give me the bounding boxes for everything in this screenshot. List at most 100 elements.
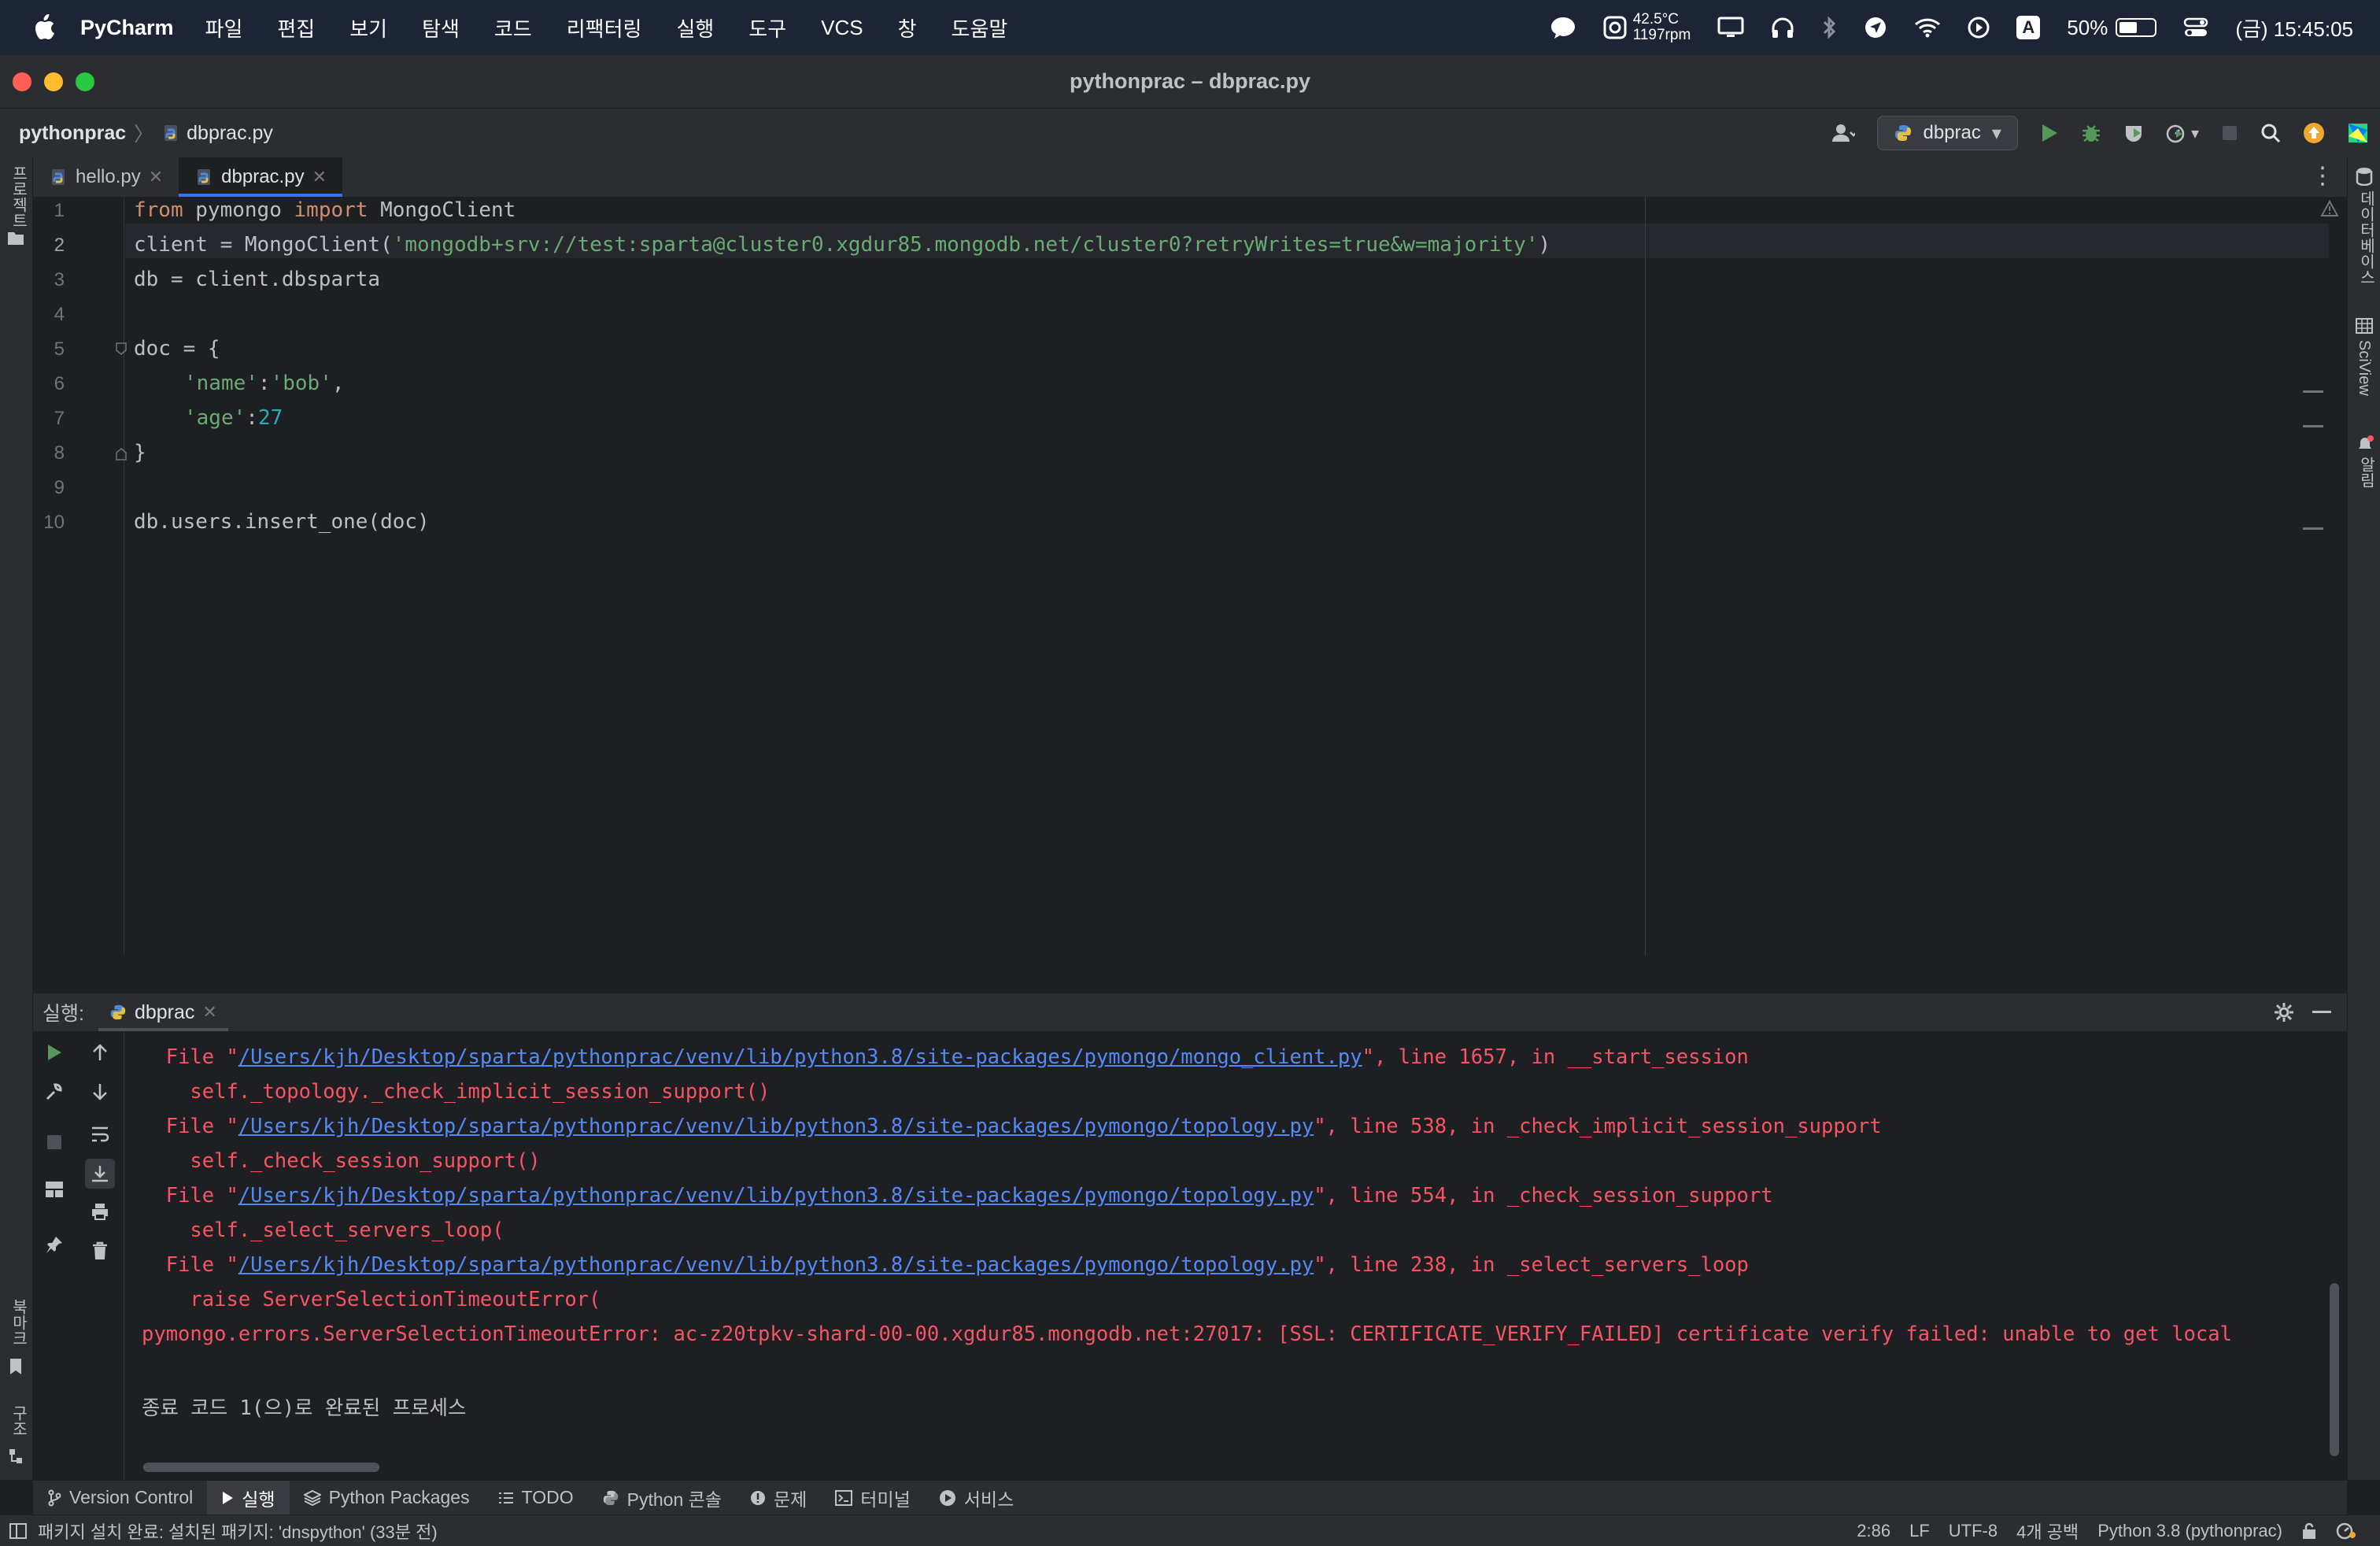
fold-icon[interactable] [115,342,128,356]
menu-tools[interactable]: 도구 [748,13,786,43]
scroll-to-end-icon[interactable] [85,1159,115,1189]
line-separator[interactable]: LF [1909,1521,1930,1541]
code-editor[interactable]: 1 2 3 4 5 6 7 8 9 10 from pymongo import… [33,197,2347,956]
menu-run[interactable]: 실행 [676,13,714,43]
database-tool-button[interactable]: 데이터베이스 [2355,190,2378,285]
menu-code[interactable]: 코드 [494,13,532,43]
debug-icon[interactable] [2081,123,2101,143]
menu-edit[interactable]: 편집 [277,13,315,43]
status-message[interactable]: 패키지 설치 완료: 설치된 패키지: 'dnspython' (33분 전) [38,1518,438,1544]
tab-python-packages[interactable]: Python Packages [290,1481,484,1515]
notifications-tool-button[interactable]: 알림 [2355,457,2378,488]
vertical-scrollbar[interactable] [2330,1283,2339,1456]
tab-version-control[interactable]: Version Control [33,1481,207,1515]
menu-refactor[interactable]: 리팩터링 [567,13,642,43]
location-icon[interactable] [1864,16,1887,39]
arrow-down-icon[interactable] [88,1080,112,1104]
stop-icon[interactable] [2221,124,2238,142]
wrench-icon[interactable] [42,1080,66,1104]
traceback-link[interactable]: /Users/kjh/Desktop/sparta/pythonprac/ven… [238,1115,1314,1138]
chat-bubble-icon[interactable] [1550,16,1576,39]
input-source-icon[interactable]: A [2016,16,2041,39]
menubar-clock[interactable]: (금) 15:45:05 [2235,13,2353,43]
settings-gear-icon[interactable] [2273,1001,2295,1023]
menu-help[interactable]: 도움말 [952,13,1008,43]
error-stripe-mark[interactable] [2303,390,2323,393]
close-run-tab-icon[interactable]: ✕ [202,1002,216,1023]
menu-view[interactable]: 보기 [349,13,387,43]
layout-icon[interactable] [42,1178,66,1201]
headphones-icon[interactable] [1771,17,1794,39]
print-icon[interactable] [88,1200,112,1223]
run-configuration-dropdown[interactable]: dbprac ▾ [1876,116,2018,150]
run-console[interactable]: File "/Users/kjh/Desktop/sparta/pythonpr… [33,1031,2347,1480]
rerun-icon[interactable] [42,1041,66,1064]
error-stripe-mark[interactable] [2303,425,2323,427]
run-icon[interactable] [2040,123,2059,143]
zoom-window-button[interactable] [76,72,94,91]
fold-end-icon[interactable] [115,447,128,461]
profile-icon[interactable]: ▾ [2166,123,2199,143]
menu-navigate[interactable]: 탐색 [422,13,460,43]
horizontal-scrollbar[interactable] [143,1463,379,1472]
soft-wrap-icon[interactable] [88,1123,112,1146]
caret-position[interactable]: 2:86 [1857,1521,1890,1541]
more-tabs-icon[interactable]: ⋮ [2311,162,2334,190]
play-circle-icon[interactable] [1968,17,1990,39]
memory-indicator-icon[interactable] [2336,1522,2356,1540]
coverage-icon[interactable] [2123,123,2144,143]
jetbrains-logo-icon[interactable] [2347,122,2369,144]
close-tab-icon[interactable]: ✕ [312,167,327,187]
control-center-icon[interactable] [2183,17,2208,39]
system-monitor[interactable]: 42.5°C 1197rpm [1603,12,1691,43]
arrow-up-icon[interactable] [88,1041,112,1064]
apple-icon[interactable] [28,12,60,43]
tab-problems[interactable]: 문제 [736,1481,821,1515]
search-icon[interactable] [2260,123,2281,143]
display-icon[interactable] [1717,17,1744,39]
battery-status[interactable]: 50% [2067,16,2157,40]
console-line: File "/Users/kjh/Desktop/sparta/pythonpr… [142,1253,1749,1277]
wifi-icon[interactable] [1914,17,1941,38]
tab-services[interactable]: 서비스 [925,1481,1028,1515]
structure-tool-button[interactable]: 구조 [7,1405,30,1437]
update-icon[interactable] [2303,122,2325,144]
lock-icon[interactable] [2301,1522,2317,1540]
minimize-panel-icon[interactable] [2312,1011,2331,1013]
menu-window[interactable]: 창 [898,13,917,43]
close-tab-icon[interactable]: ✕ [149,167,163,187]
tab-todo[interactable]: TODO [484,1481,588,1515]
pin-icon[interactable] [42,1233,66,1256]
project-tool-button[interactable]: 프로젝트 [7,165,30,228]
tab-hello-py[interactable]: hello.py ✕ [33,157,179,197]
close-window-button[interactable] [13,72,31,91]
app-menu-pycharm[interactable]: PyCharm [80,16,174,40]
tab-terminal[interactable]: 터미널 [821,1481,924,1515]
file-encoding[interactable]: UTF-8 [1949,1521,1998,1541]
line-number: 1 [54,200,65,221]
menu-file[interactable]: 파일 [205,13,243,43]
sciview-tool-button[interactable]: SciView [2355,340,2373,396]
python-interpreter[interactable]: Python 3.8 (pythonprac) [2097,1521,2282,1541]
menu-vcs[interactable]: VCS [821,16,863,40]
bluetooth-icon[interactable] [1821,16,1837,39]
tab-run[interactable]: 실행 [207,1480,290,1515]
panel-toggle-icon[interactable] [9,1522,27,1539]
status-bar: 패키지 설치 완료: 설치된 패키지: 'dnspython' (33분 전) … [0,1515,2380,1546]
run-tab-dbprac[interactable]: dbprac ✕ [98,993,228,1031]
stop-icon[interactable] [42,1130,66,1154]
indent-setting[interactable]: 4개 공백 [2016,1518,2079,1544]
breadcrumb-project[interactable]: pythonprac [19,122,126,145]
traceback-link[interactable]: /Users/kjh/Desktop/sparta/pythonprac/ven… [238,1045,1362,1069]
traceback-link[interactable]: /Users/kjh/Desktop/sparta/pythonprac/ven… [238,1253,1314,1277]
trash-icon[interactable] [88,1239,112,1263]
minimize-window-button[interactable] [44,72,63,91]
warning-icon[interactable] [2320,200,2339,217]
error-stripe-mark[interactable] [2303,527,2323,530]
tab-python-console[interactable]: Python 콘솔 [588,1481,736,1515]
breadcrumb-file[interactable]: dbprac.py [187,122,273,145]
bookmarks-tool-button[interactable]: 북마크 [7,1299,30,1346]
traceback-link[interactable]: /Users/kjh/Desktop/sparta/pythonprac/ven… [238,1184,1314,1208]
tab-dbprac-py[interactable]: dbprac.py ✕ [179,157,343,197]
user-account-icon[interactable] [1831,123,1855,143]
